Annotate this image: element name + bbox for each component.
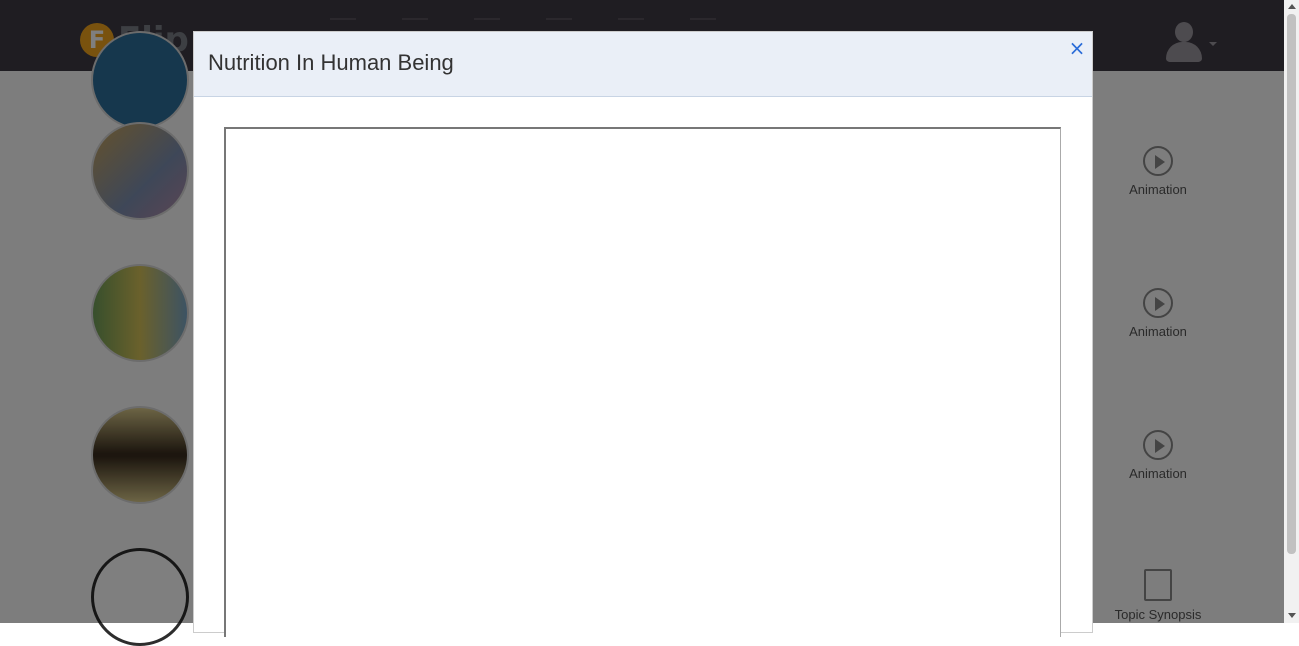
modal-header: Nutrition In Human Being × xyxy=(194,32,1092,97)
scroll-down-arrow-icon[interactable] xyxy=(1288,613,1296,618)
modal-title: Nutrition In Human Being xyxy=(208,50,454,75)
scrollbar-thumb[interactable] xyxy=(1287,14,1296,554)
close-icon[interactable]: × xyxy=(1068,38,1086,58)
content-frame[interactable] xyxy=(224,127,1061,637)
modal-dialog: Nutrition In Human Being × xyxy=(193,31,1093,637)
scroll-up-arrow-icon[interactable] xyxy=(1288,4,1296,9)
scrollbar[interactable] xyxy=(1284,0,1299,623)
